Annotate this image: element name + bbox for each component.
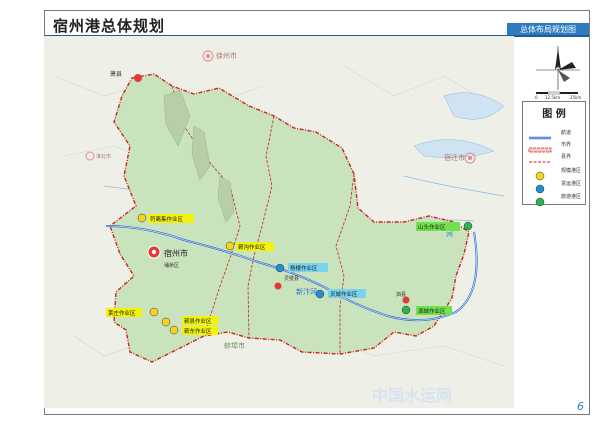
city-label: 萧县	[110, 70, 122, 78]
anchor-icon	[315, 289, 325, 299]
city-marker-core	[151, 249, 157, 255]
city-label: 泗县	[396, 291, 406, 298]
canal-label: 新汴河	[296, 287, 317, 296]
scale-bar: 0 12.5km 25km	[535, 91, 581, 100]
port-label: 蕲沟作业区	[238, 243, 266, 251]
legend-label: 市界	[561, 142, 572, 148]
legend-item-city-boundary: 市界	[527, 140, 585, 153]
city-marker-core	[206, 54, 210, 58]
legend-item-port-blue: 货运港区	[527, 179, 585, 194]
city-label: 徐州市	[216, 51, 237, 60]
watermark: 中国水运网	[372, 386, 453, 405]
port-label: 符离集作业区	[150, 215, 184, 223]
legend-item-waterway: 航道	[527, 128, 585, 140]
anchor-icon	[137, 213, 147, 223]
anchor-icon	[401, 305, 411, 315]
anchor-icon	[149, 307, 159, 317]
port-label: 蕲东作业区	[184, 327, 212, 335]
anchor-icon	[161, 317, 171, 327]
port-label: 泗城作业区	[418, 307, 446, 315]
port-label: 山头作业区	[418, 223, 446, 231]
legend-label: 货运港区	[561, 181, 582, 187]
scale-label: 25km	[570, 95, 581, 100]
legend-item-county-boundary: 县界	[527, 152, 585, 163]
city-label: 蚌埠市	[224, 341, 245, 350]
anchor-icon	[275, 263, 285, 273]
page-title: 宿州港总体规划	[53, 17, 166, 35]
legend-label: 规模港区	[561, 168, 582, 174]
compass-scale: 0 12.5km 25km	[535, 46, 581, 100]
anchor-icon	[169, 325, 179, 335]
legend-label: 县界	[561, 154, 572, 160]
city-marker	[134, 74, 142, 82]
city-label: 淮北市	[96, 153, 111, 160]
legend-item-port-yellow: 规模港区	[527, 166, 585, 181]
port-label: 莱庄作业区	[108, 309, 136, 317]
port-green-icon	[535, 197, 545, 207]
legend-item-port-green: 旅游港区	[527, 192, 585, 207]
city-label: 宿州市	[164, 248, 188, 258]
city-label: 灵璧县	[284, 275, 299, 282]
port-label: 灵城作业区	[330, 290, 358, 298]
legend-title: 图 例	[542, 109, 566, 120]
city-marker	[274, 282, 282, 290]
district-label: 埇桥区	[164, 262, 179, 269]
scale-label: 0	[535, 95, 538, 100]
legend: 图 例 航道 市界 县界 规模港区 货运港区 旅游港区	[522, 101, 586, 207]
city-bengbu[interactable]: 蚌埠市	[224, 341, 245, 350]
port-label: 蕲县作业区	[184, 317, 212, 325]
page-number: 6	[577, 400, 584, 413]
north-arrow-icon	[536, 46, 580, 90]
city-marker-core	[468, 156, 472, 160]
legend-label: 航道	[561, 130, 572, 136]
port-label: 杨楼作业区	[290, 264, 318, 272]
map-canvas[interactable]: 新汴河 河 萧县 徐州市 淮北市 宿迁市 宿州市 埇桥区 灵璧县 泗县 蚌埠市	[44, 36, 514, 408]
scale-label: 12.5km	[545, 95, 560, 100]
city-label: 宿迁市	[444, 153, 465, 162]
anchor-icon	[225, 241, 235, 251]
anchor-icon	[463, 221, 473, 231]
river-label: 河	[446, 230, 453, 238]
legend-label: 旅游港区	[561, 194, 582, 200]
header: 宿州港总体规划 总体布局规划图	[45, 11, 589, 37]
